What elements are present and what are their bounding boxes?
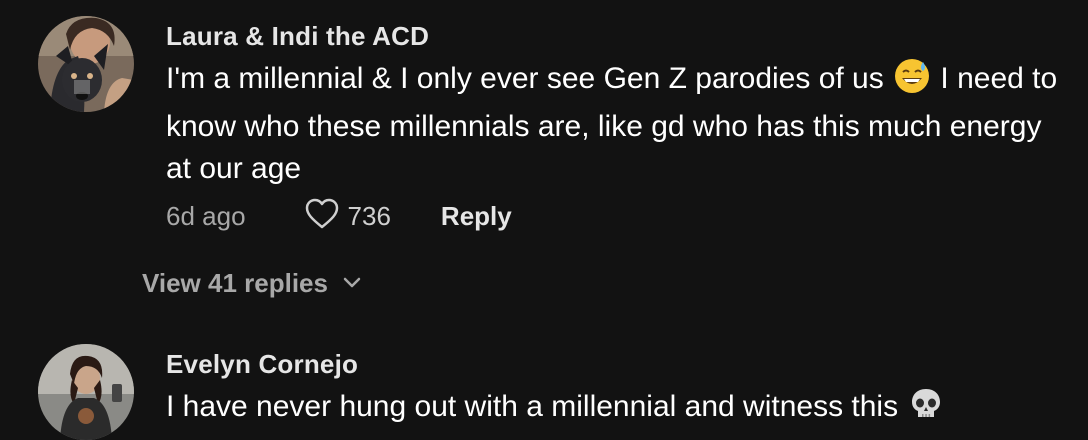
avatar[interactable] [38,344,134,440]
comment-item: Evelyn Cornejo I have never hung out wit… [0,340,1088,440]
comment-item: Laura & Indi the ACD I'm a millennial & … [0,0,1088,320]
comment-text-part: I have never hung out with a millennial … [166,390,899,423]
like-button[interactable]: 736 [304,198,391,235]
reply-button[interactable]: Reply [441,201,512,232]
comment-timestamp: 6d ago [166,200,246,231]
view-replies-button[interactable]: View 41 replies [142,268,362,299]
comment-text: I have never hung out with a millennial … [166,386,1066,434]
comment-text-part: I'm a millennial & I only ever see Gen Z… [166,62,884,95]
like-count: 736 [347,200,391,231]
comment-meta: 6d ago 736 Reply [166,196,512,236]
skull-emoji [908,386,944,434]
chevron-down-icon [342,276,362,295]
view-replies-label: View 41 replies [142,268,328,298]
avatar[interactable] [38,16,134,112]
heart-outline-icon[interactable] [304,198,340,235]
comment-author[interactable]: Laura & Indi the ACD [166,21,429,52]
comment-author[interactable]: Evelyn Cornejo [166,349,358,380]
grinning-sweat-emoji [894,58,930,106]
comment-text: I'm a millennial & I only ever see Gen Z… [166,58,1066,190]
